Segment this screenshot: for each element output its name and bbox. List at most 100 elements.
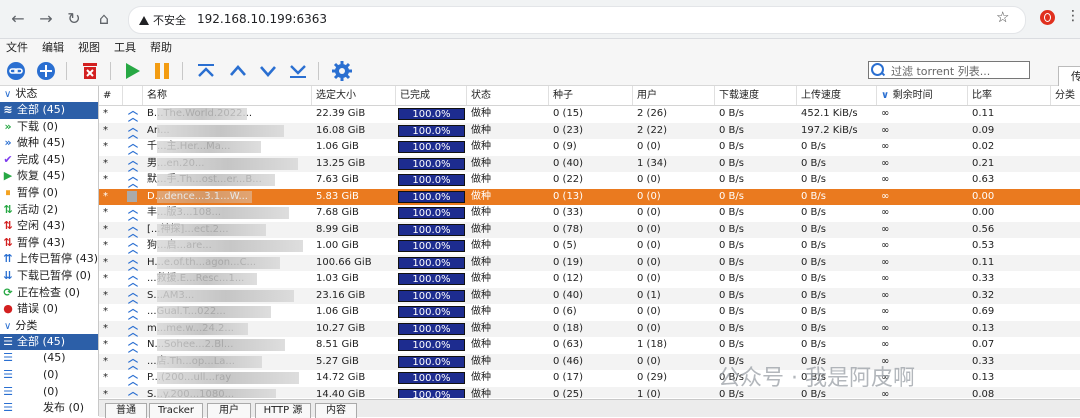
priority-up-icon: ︿︿ bbox=[128, 254, 138, 273]
table-row[interactable]: *︿︿S...y.200...1080...14.40 GiB100.0%做种0… bbox=[99, 386, 1080, 399]
priority-up-icon: ︿︿ bbox=[128, 221, 138, 240]
reload-icon[interactable]: ↻ bbox=[64, 9, 84, 29]
ratio: 0.11 bbox=[972, 256, 995, 268]
download-speed: 0 B/s bbox=[719, 306, 744, 317]
col-state-header[interactable]: 状态 bbox=[467, 86, 549, 105]
col-dl-speed-header[interactable]: 下载速度 bbox=[715, 86, 797, 105]
sidebar-category-item[interactable]: ☰ 全部 (45) bbox=[0, 333, 98, 351]
table-row[interactable]: *︿︿...Gual.T...022...1.06 GiB100.0%做种0 (… bbox=[99, 304, 1080, 322]
sidebar-status-item[interactable]: ⇈ 上传已暂停 (43) bbox=[0, 251, 98, 268]
sidebar-status-item[interactable]: ● 错误 (0) bbox=[0, 301, 98, 318]
sidebar-status-item[interactable]: ⟳ 正在检查 (0) bbox=[0, 285, 98, 302]
row-index: * bbox=[103, 388, 108, 399]
security-warning[interactable]: 不安全 bbox=[139, 12, 186, 28]
col-eta-header[interactable]: ∨ 剩余时间 bbox=[877, 86, 968, 105]
table-row[interactable]: *︿︿An...16.08 GiB100.0%做种0 (23)2 (22)0 B… bbox=[99, 122, 1080, 141]
table-row[interactable]: *︿︿N...Sohee...2.Bl...8.51 GiB100.0%做种0 … bbox=[99, 337, 1080, 355]
sidebar-status-item[interactable]: ⇊ 下载已暂停 (0) bbox=[0, 268, 98, 285]
sidebar-category-item[interactable]: ☰ (0) bbox=[0, 384, 98, 401]
torrent-peers: 0 (0) bbox=[637, 190, 661, 202]
sidebar-status-item[interactable]: ✔ 完成 (45) bbox=[0, 152, 98, 169]
col-index-header[interactable]: # bbox=[99, 86, 123, 105]
col-ul-speed-header[interactable]: 上传速度 bbox=[797, 86, 877, 105]
menu-file[interactable]: 文件 bbox=[6, 39, 28, 57]
menu-view[interactable]: 视图 bbox=[78, 39, 100, 57]
pause-icon[interactable] bbox=[152, 61, 172, 81]
sidebar-status-item[interactable]: ⇅ 活动 (2) bbox=[0, 202, 98, 219]
table-row[interactable]: * D...dence...3.1...W... 5.83 GiB 100.0% 做种 0… bbox=[99, 188, 1080, 205]
eta: ∞ bbox=[881, 273, 890, 284]
table-row[interactable]: *︿︿狗...启...are...1.00 GiB100.0%做种0 (5)0 … bbox=[99, 238, 1080, 256]
col-peers-header[interactable]: 用户 bbox=[633, 86, 715, 105]
sidebar-category-item[interactable]: ☰ 发布 (0) bbox=[0, 400, 98, 416]
menu-help[interactable]: 帮助 bbox=[150, 39, 172, 57]
torrent-peers: 2 (22) bbox=[637, 124, 668, 136]
add-link-icon[interactable] bbox=[6, 61, 26, 81]
col-size-header[interactable]: 选定大小 bbox=[312, 86, 396, 105]
sidebar-status-item[interactable]: ⇅ 空闲 (43) bbox=[0, 218, 98, 235]
browser-menu-icon[interactable]: ⋮ bbox=[1066, 8, 1080, 24]
ratio: 0.00 bbox=[972, 207, 995, 218]
col-seeds-header[interactable]: 种子 bbox=[549, 86, 633, 105]
sidebar-status-item[interactable]: ⇅ 暂停 (43) bbox=[0, 235, 98, 252]
table-row[interactable]: *︿︿...店.Th...op...La...5.27 GiB100.0%做种0… bbox=[99, 353, 1080, 371]
sidebar-status-item[interactable]: » 做种 (45) bbox=[0, 135, 98, 152]
back-icon[interactable]: ← bbox=[8, 9, 28, 29]
delete-icon[interactable] bbox=[80, 61, 100, 81]
extension-icon[interactable] bbox=[1040, 10, 1055, 25]
torrent-state: 做种 bbox=[471, 190, 491, 202]
resume-icon[interactable] bbox=[122, 61, 142, 81]
torrent-seeds: 0 (22) bbox=[553, 174, 584, 185]
sidebar-status-item[interactable]: » 下载 (0) bbox=[0, 119, 98, 136]
address-bar[interactable]: 不安全 192.168.10.199:6363 bbox=[128, 6, 1026, 34]
menu-edit[interactable]: 编辑 bbox=[42, 39, 64, 57]
transfer-tab[interactable]: 传 bbox=[1058, 66, 1080, 86]
status-filter-list: ≋ 全部 (45) » 下载 (0) » 做种 (45) ✔ 完成 (45) ▶ 恢复 (45) ⏸… bbox=[0, 102, 98, 318]
chevron-down-icon: ∨ bbox=[4, 320, 12, 332]
torrent-seeds: 0 (23) bbox=[553, 124, 584, 136]
upload-paused-icon: ⇈ bbox=[3, 252, 13, 266]
filter-input[interactable]: 过滤 torrent 列表... bbox=[868, 61, 1030, 79]
torrent-peers: 0 (0) bbox=[637, 273, 661, 284]
priority-up-icon: ︿︿ bbox=[128, 155, 138, 174]
sidebar-status-item[interactable]: ≋ 全部 (45) bbox=[0, 102, 98, 119]
table-row[interactable]: *︿︿S...AM3...23.16 GiB100.0%做种0 (40)0 (1… bbox=[99, 287, 1080, 305]
url-text[interactable]: 192.168.10.199:6363 bbox=[197, 12, 327, 26]
download-speed: 0 B/s bbox=[719, 273, 744, 284]
status-section-header[interactable]: ∨ 状态 bbox=[0, 86, 98, 102]
table-row[interactable]: *︿︿[...神探]...ect.2...8.99 GiB100.0%做种0 (… bbox=[99, 221, 1080, 240]
table-row[interactable]: *︿︿B...The.World.2022...22.39 GiB100.0%做… bbox=[99, 106, 1080, 124]
move-down-icon[interactable] bbox=[258, 61, 278, 81]
home-icon[interactable]: ⌂ bbox=[94, 9, 114, 29]
col-category-header[interactable]: 分类 bbox=[1051, 86, 1080, 105]
category-section-header[interactable]: ∨ 分类 bbox=[0, 318, 98, 334]
bookmark-star-icon[interactable]: ☆ bbox=[996, 8, 1009, 26]
sidebar-category-item[interactable]: ☰ (45) bbox=[0, 350, 98, 367]
move-bottom-icon[interactable] bbox=[288, 61, 308, 81]
table-row[interactable]: *︿︿m...me.w...24.2...10.27 GiB100.0%做种0 … bbox=[99, 320, 1080, 338]
row-index: * bbox=[103, 372, 108, 383]
col-ratio-header[interactable]: 比率 bbox=[968, 86, 1051, 105]
move-top-icon[interactable] bbox=[196, 61, 216, 81]
add-torrent-icon[interactable] bbox=[36, 61, 56, 81]
table-row[interactable]: *︿︿千...主.Her...Ma...1.06 GiB100.0%做种0 (9… bbox=[99, 139, 1080, 157]
table-row[interactable]: *︿︿H...e.of.th...agon...C...100.66 GiB10… bbox=[99, 254, 1080, 273]
col-progress-header[interactable]: 已完成 bbox=[396, 86, 467, 105]
table-row[interactable]: *︿︿P...(200...ull...ray14.72 GiB100.0%做种… bbox=[99, 370, 1080, 388]
col-name-header[interactable]: 名称 bbox=[143, 86, 312, 105]
menu-tools[interactable]: 工具 bbox=[114, 39, 136, 57]
priority-up-icon: ︿︿ bbox=[128, 122, 138, 141]
ratio: 0.02 bbox=[972, 141, 995, 152]
col-priority-header[interactable] bbox=[123, 86, 143, 105]
table-row[interactable]: *︿︿...救援.E...Resc...1...1.03 GiB100.0%做种… bbox=[99, 271, 1080, 289]
settings-gear-icon[interactable] bbox=[332, 61, 352, 81]
torrent-size: 1.03 GiB bbox=[316, 273, 359, 284]
forward-icon[interactable]: → bbox=[36, 9, 56, 29]
sidebar-status-item[interactable]: ▶ 恢复 (45) bbox=[0, 168, 98, 185]
table-row[interactable]: *︿︿丰...版3...108...7.68 GiB100.0%做种0 (33)… bbox=[99, 205, 1080, 223]
move-up-icon[interactable] bbox=[228, 61, 248, 81]
table-row[interactable]: *︿︿默...手.Th...ost...er...B...7.63 GiB100… bbox=[99, 172, 1080, 190]
table-row[interactable]: *︿︿男...en.20...13.25 GiB100.0%做种0 (40)1 … bbox=[99, 155, 1080, 174]
sidebar-status-item[interactable]: ⏸ 暂停 (0) bbox=[0, 185, 98, 202]
sidebar-category-item[interactable]: ☰ (0) bbox=[0, 367, 98, 384]
